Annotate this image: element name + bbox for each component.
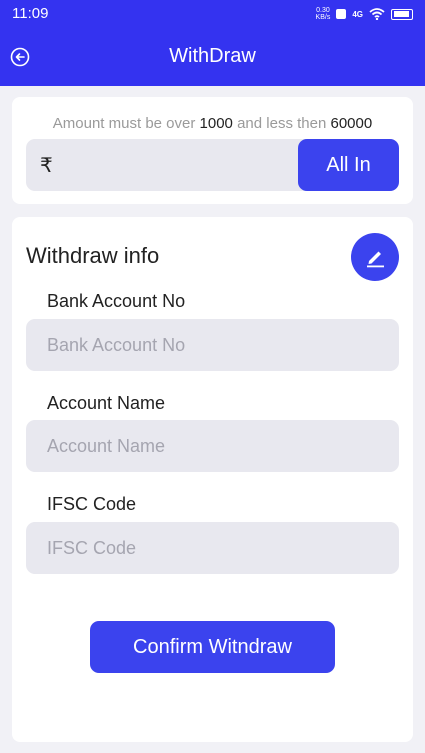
network-type-label: 4G xyxy=(352,9,363,19)
pencil-icon xyxy=(367,251,384,268)
battery-icon xyxy=(391,8,413,20)
status-bar: 11:09 0.30 KB/s 4G xyxy=(0,0,425,28)
edit-button[interactable] xyxy=(351,233,399,281)
rupee-icon: ₹ xyxy=(40,153,53,177)
amount-hint: Amount must be over 1000 and less then 6… xyxy=(52,115,373,132)
ifsc-code-input[interactable] xyxy=(26,522,399,574)
ifsc-code-label: IFSC Code xyxy=(47,494,137,514)
confirm-withdraw-button[interactable]: Confirm Witndraw xyxy=(90,621,335,673)
amount-card: Amount must be over 1000 and less then 6… xyxy=(12,97,413,204)
section-title: Withdraw info xyxy=(26,243,160,268)
bank-account-label: Bank Account No xyxy=(47,291,186,311)
status-time: 11:09 xyxy=(12,5,49,22)
withdraw-info-card: Withdraw info Bank Account No Account Na… xyxy=(12,217,413,742)
account-name-label: Account Name xyxy=(47,393,166,413)
min-amount: 1000 xyxy=(199,115,233,132)
bank-account-input[interactable] xyxy=(26,319,399,371)
page-title: WithDraw xyxy=(169,45,256,67)
amount-input[interactable]: ₹ All In xyxy=(26,139,399,191)
status-icons: 0.30 KB/s 4G xyxy=(316,5,413,23)
wifi-icon xyxy=(369,8,385,20)
max-amount: 60000 xyxy=(330,115,373,132)
network-speed: 0.30 KB/s xyxy=(315,7,331,21)
app-header: WithDraw xyxy=(0,28,425,86)
all-in-button[interactable]: All In xyxy=(298,139,399,191)
notification-icon xyxy=(336,9,347,19)
account-name-input[interactable] xyxy=(26,420,399,472)
